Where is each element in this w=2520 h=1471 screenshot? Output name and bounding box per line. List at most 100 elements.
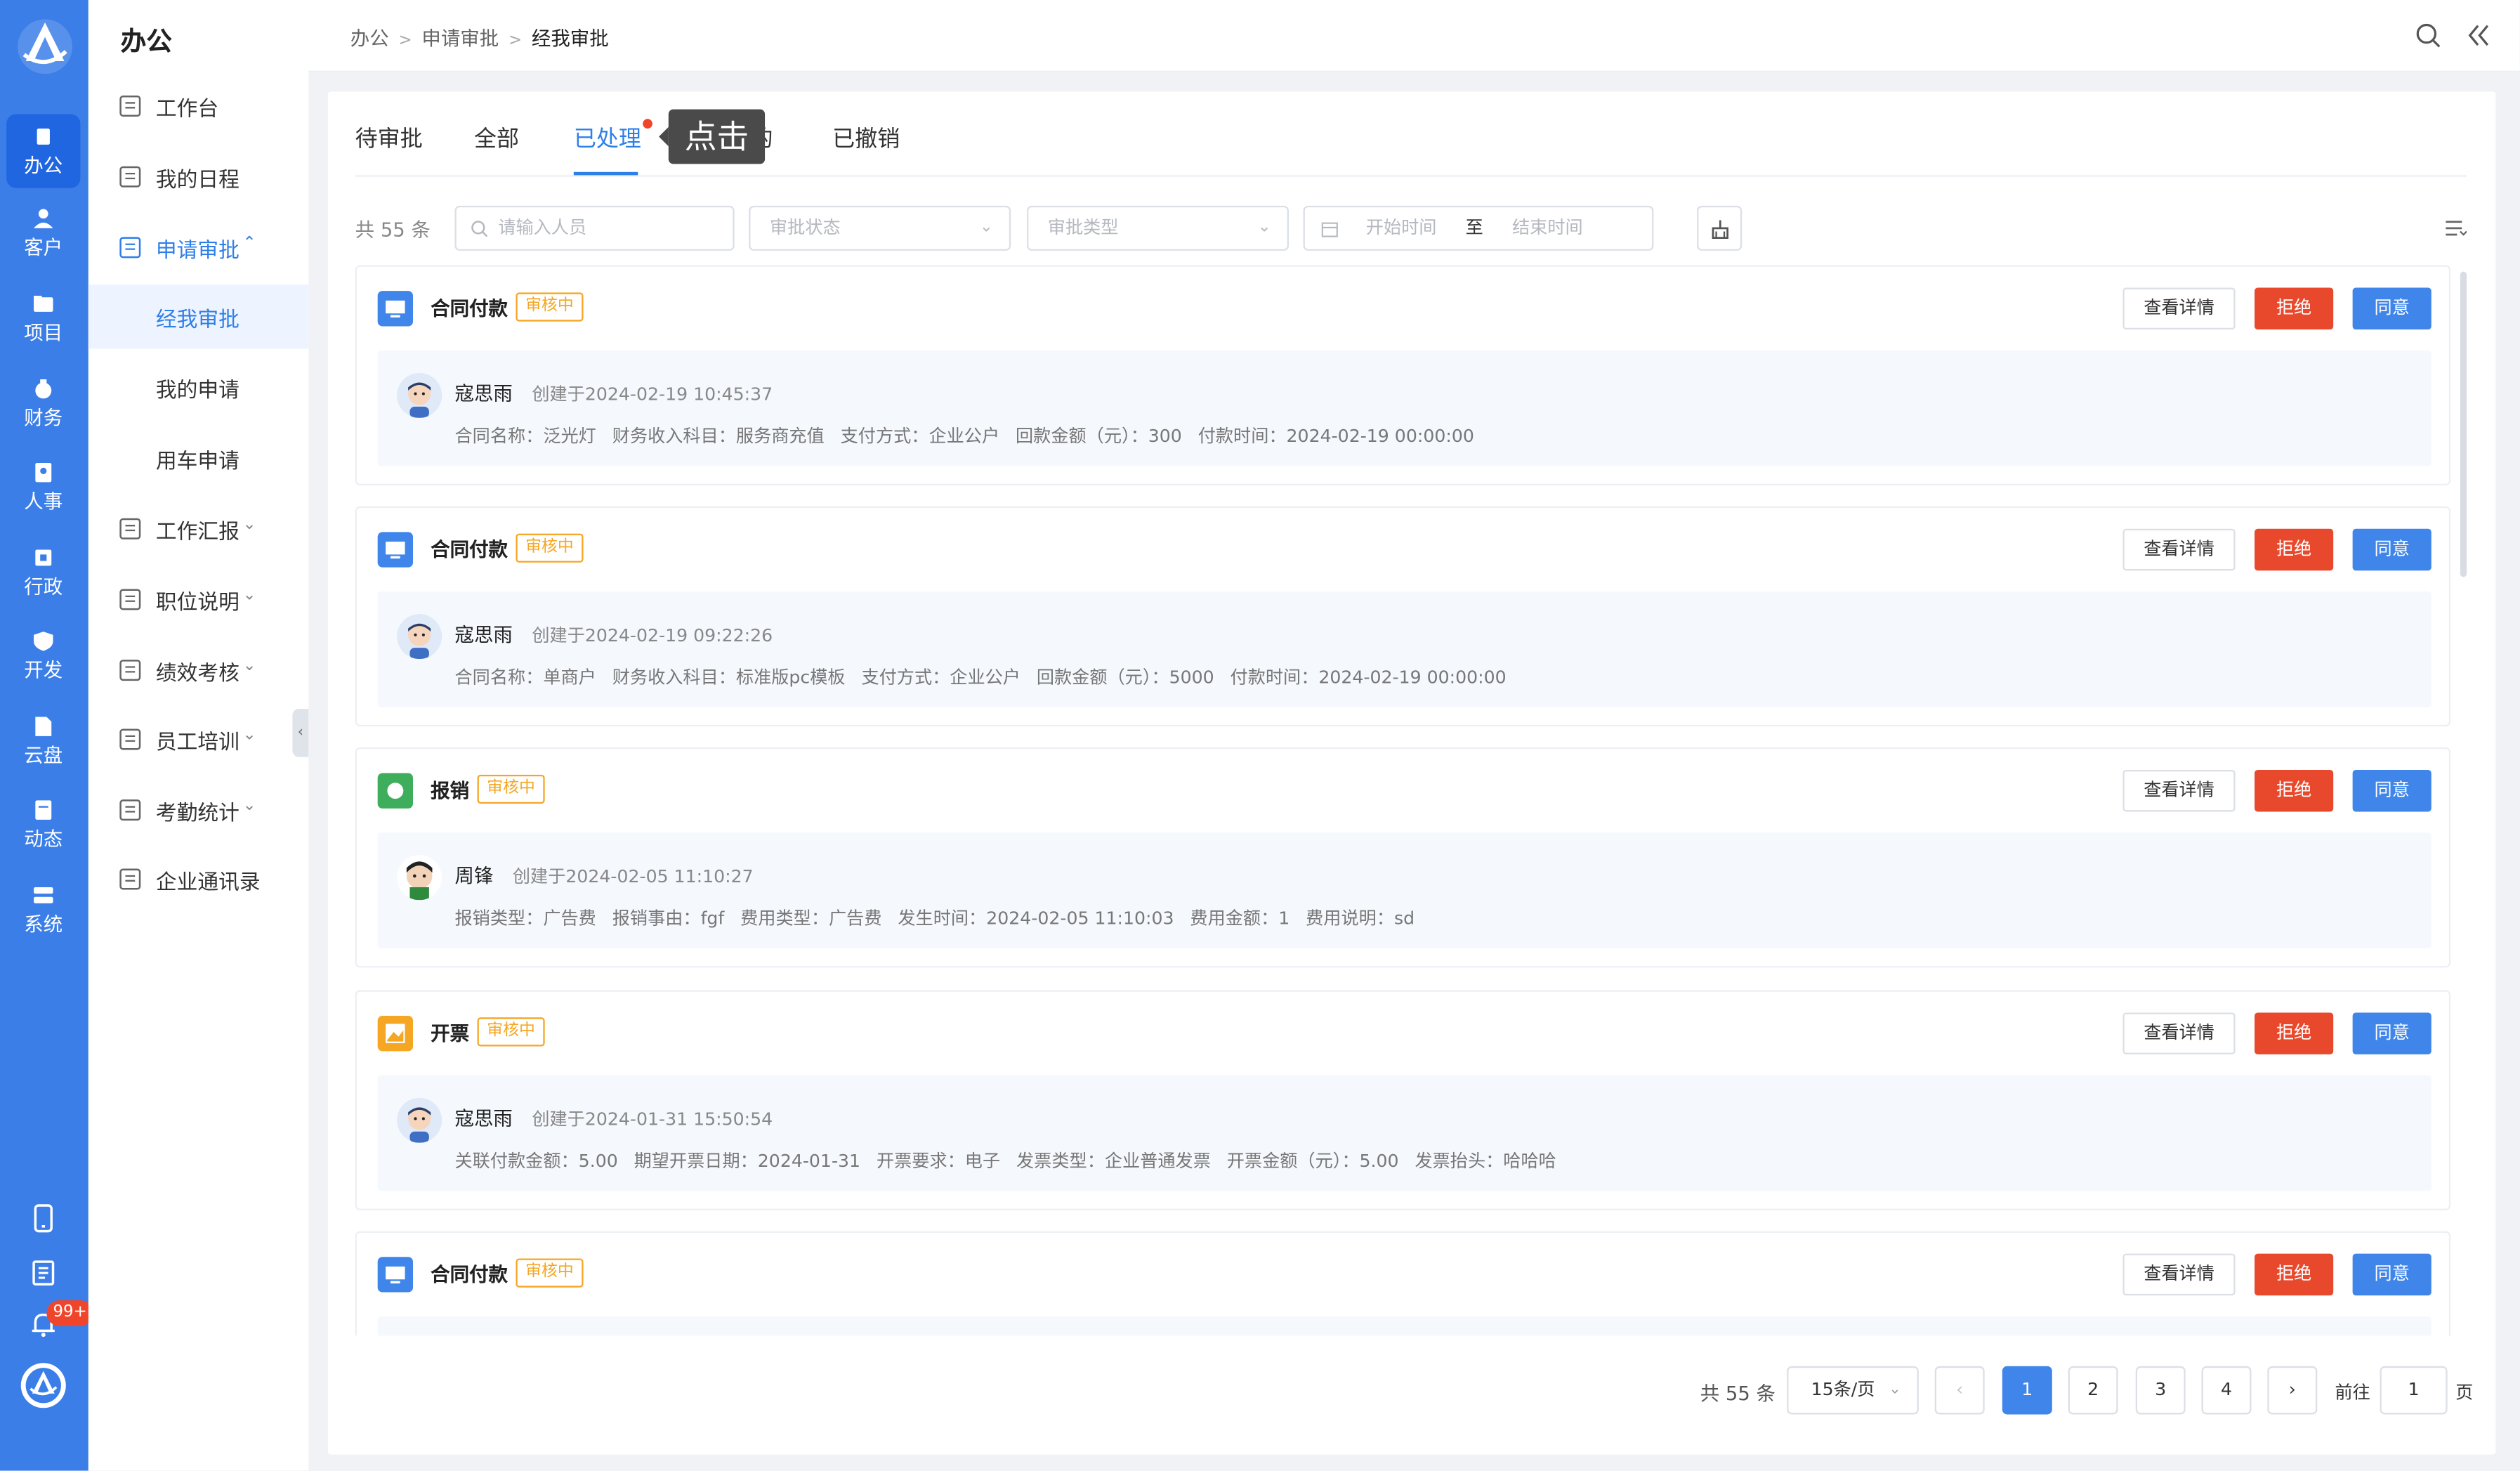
- list-settings-icon[interactable]: [2444, 217, 2467, 240]
- clear-filter-button[interactable]: [1697, 205, 1743, 251]
- rail-item-3[interactable]: 财务: [6, 367, 80, 440]
- system-icon: [34, 887, 53, 903]
- rail-item-2[interactable]: 项目: [6, 281, 80, 355]
- breadcrumb-current: 经我审批: [531, 27, 609, 50]
- approval-type-icon: [377, 1016, 414, 1052]
- goto-page-input[interactable]: 1: [2380, 1366, 2448, 1415]
- admin-icon: [35, 549, 52, 566]
- search-icon[interactable]: [2415, 22, 2441, 48]
- page-button-3[interactable]: 3: [2135, 1366, 2186, 1415]
- reject-button[interactable]: 拒绝: [2255, 769, 2334, 812]
- record-field: 开票金额（元）：5.00: [1226, 1151, 1399, 1172]
- mobile-icon[interactable]: [29, 1204, 58, 1233]
- agree-button[interactable]: 同意: [2352, 287, 2432, 330]
- rail-item-7[interactable]: 云盘: [6, 704, 80, 778]
- sidebar-item-work-report[interactable]: 工作汇报 ⌄: [88, 497, 308, 561]
- rail-item-label: 人事: [24, 490, 63, 513]
- view-detail-button[interactable]: 查看详情: [2122, 769, 2236, 812]
- avatar: [397, 1097, 442, 1143]
- rail-item-5[interactable]: 行政: [6, 535, 80, 609]
- menu-doc-icon: [119, 96, 141, 117]
- approval-summary: 寇思雨 创建于2024-02-19 10:45:37 合同名称：泛光灯 财务收入科目：…: [377, 350, 2432, 466]
- search-input[interactable]: 请输入人员: [454, 205, 735, 251]
- type-select[interactable]: 审批类型 ⌄: [1027, 205, 1289, 251]
- record-field: 报销事由：fgf: [612, 908, 725, 929]
- created-time: 创建于2024-02-19 10:45:37: [532, 384, 773, 405]
- tab-all[interactable]: 全部: [474, 122, 519, 155]
- rail-item-4[interactable]: 人事: [6, 450, 80, 524]
- approval-card: 开票 审核中 查看详情 拒绝 同意 寇思雨 创建于2024-01-31 15:50:54 关联…: [355, 990, 2451, 1210]
- approval-type-icon: [377, 773, 414, 809]
- tab-pending[interactable]: 待审批: [355, 122, 423, 155]
- page-button-2[interactable]: 2: [2068, 1366, 2118, 1415]
- prev-page-button[interactable]: ‹: [1934, 1366, 1985, 1415]
- agree-button[interactable]: 同意: [2352, 1012, 2432, 1054]
- record-field: 合同名称：单商户: [454, 667, 596, 688]
- sidebar-item-car-request[interactable]: 用车申请: [88, 426, 308, 490]
- view-detail-button[interactable]: 查看详情: [2122, 287, 2236, 330]
- page-size-select[interactable]: 15条/页 ⌄: [1787, 1366, 1919, 1415]
- notebook-icon[interactable]: [29, 1259, 58, 1288]
- rail-item-0[interactable]: 办公: [6, 114, 81, 188]
- chevron-down-icon: ⌄: [1889, 1382, 1901, 1399]
- chevron-down-icon: ⌄: [242, 516, 256, 534]
- reject-button[interactable]: 拒绝: [2255, 528, 2334, 571]
- customer-icon: [34, 209, 53, 228]
- agree-button[interactable]: 同意: [2352, 1253, 2432, 1296]
- menu-doc-icon: [119, 237, 141, 259]
- tab-processed[interactable]: 已处理: [574, 122, 641, 155]
- view-detail-button[interactable]: 查看详情: [2122, 1012, 2236, 1054]
- sidebar-item-company-directory[interactable]: 企业通讯录: [88, 847, 308, 912]
- status-select[interactable]: 审批状态 ⌄: [749, 205, 1011, 251]
- click-marker-dot: [643, 119, 652, 129]
- approval-type-icon: [377, 532, 414, 568]
- list-scrollbar[interactable]: [2460, 271, 2467, 577]
- agree-button[interactable]: 同意: [2352, 528, 2432, 571]
- tab-withdrawn[interactable]: 已撤销: [832, 122, 900, 155]
- sidebar-item-my-requests[interactable]: 我的申请: [88, 355, 308, 420]
- created-time: 创建于2024-02-05 11:10:27: [512, 866, 754, 887]
- sidebar-item-approved-by-me[interactable]: 经我审批: [88, 284, 309, 349]
- sidebar-item-job-description[interactable]: 职位说明 ⌄: [88, 568, 308, 632]
- rail-item-label: 项目: [24, 321, 63, 344]
- date-range-picker[interactable]: 开始时间 至 结束时间: [1303, 205, 1654, 251]
- sidebar-item-approval-request[interactable]: 申请审批 ⌃: [88, 216, 308, 280]
- next-page-button[interactable]: ›: [2267, 1366, 2318, 1415]
- breadcrumb-item[interactable]: 办公: [350, 27, 389, 50]
- double-chevron-left-icon[interactable]: [2465, 22, 2491, 48]
- sidebar-item-performance-review[interactable]: 绩效考核 ⌄: [88, 638, 308, 702]
- sidebar-item-workbench[interactable]: 工作台: [88, 74, 308, 138]
- user-avatar-icon[interactable]: [19, 1361, 67, 1410]
- sidebar-item-employee-training[interactable]: 员工培训 ⌄: [88, 707, 308, 772]
- sidebar-item-my-schedule[interactable]: 我的日程: [88, 145, 308, 209]
- sidebar-item-label: 企业通讯录: [155, 871, 261, 896]
- page-button-1[interactable]: 1: [2002, 1366, 2052, 1415]
- sidebar-item-attendance-stats[interactable]: 考勤统计 ⌄: [88, 778, 308, 842]
- breadcrumb-item[interactable]: 申请审批: [421, 27, 499, 50]
- approval-title: 合同付款: [431, 1263, 508, 1286]
- project-icon: [34, 295, 53, 312]
- sidebar-collapse-handle[interactable]: ‹: [292, 709, 309, 757]
- view-detail-button[interactable]: 查看详情: [2122, 528, 2236, 571]
- sidebar-item-label: 考勤统计: [155, 802, 239, 827]
- rail-item-1[interactable]: 客户: [6, 196, 80, 270]
- reject-button[interactable]: 拒绝: [2255, 1012, 2334, 1054]
- office-icon: [37, 129, 50, 145]
- view-detail-button[interactable]: 查看详情: [2122, 1253, 2236, 1296]
- approval-summary: [377, 1316, 2432, 1336]
- reject-button[interactable]: 拒绝: [2255, 287, 2334, 330]
- app-logo-icon[interactable]: [15, 16, 76, 77]
- tab-bar: 待审批 全部 已处理 的 已撤销 点击: [355, 109, 2467, 177]
- pagination: 共 55 条 15条/页 ⌄ ‹ 1 2 3 4 › 前往 1 页: [1694, 1366, 2481, 1415]
- rail-item-label: 动态: [24, 828, 63, 851]
- page-button-4[interactable]: 4: [2201, 1366, 2252, 1415]
- reject-button[interactable]: 拒绝: [2255, 1253, 2334, 1296]
- chevron-down-icon: ⌄: [242, 726, 256, 745]
- chevron-down-icon: ⌄: [242, 587, 256, 605]
- rail-item-9[interactable]: 系统: [6, 872, 80, 946]
- record-field: 回款金额（元）：300: [1016, 426, 1182, 447]
- rail-item-6[interactable]: 开发: [6, 619, 80, 693]
- feed-icon: [35, 800, 52, 820]
- agree-button[interactable]: 同意: [2352, 769, 2432, 812]
- rail-item-8[interactable]: 动态: [6, 787, 80, 861]
